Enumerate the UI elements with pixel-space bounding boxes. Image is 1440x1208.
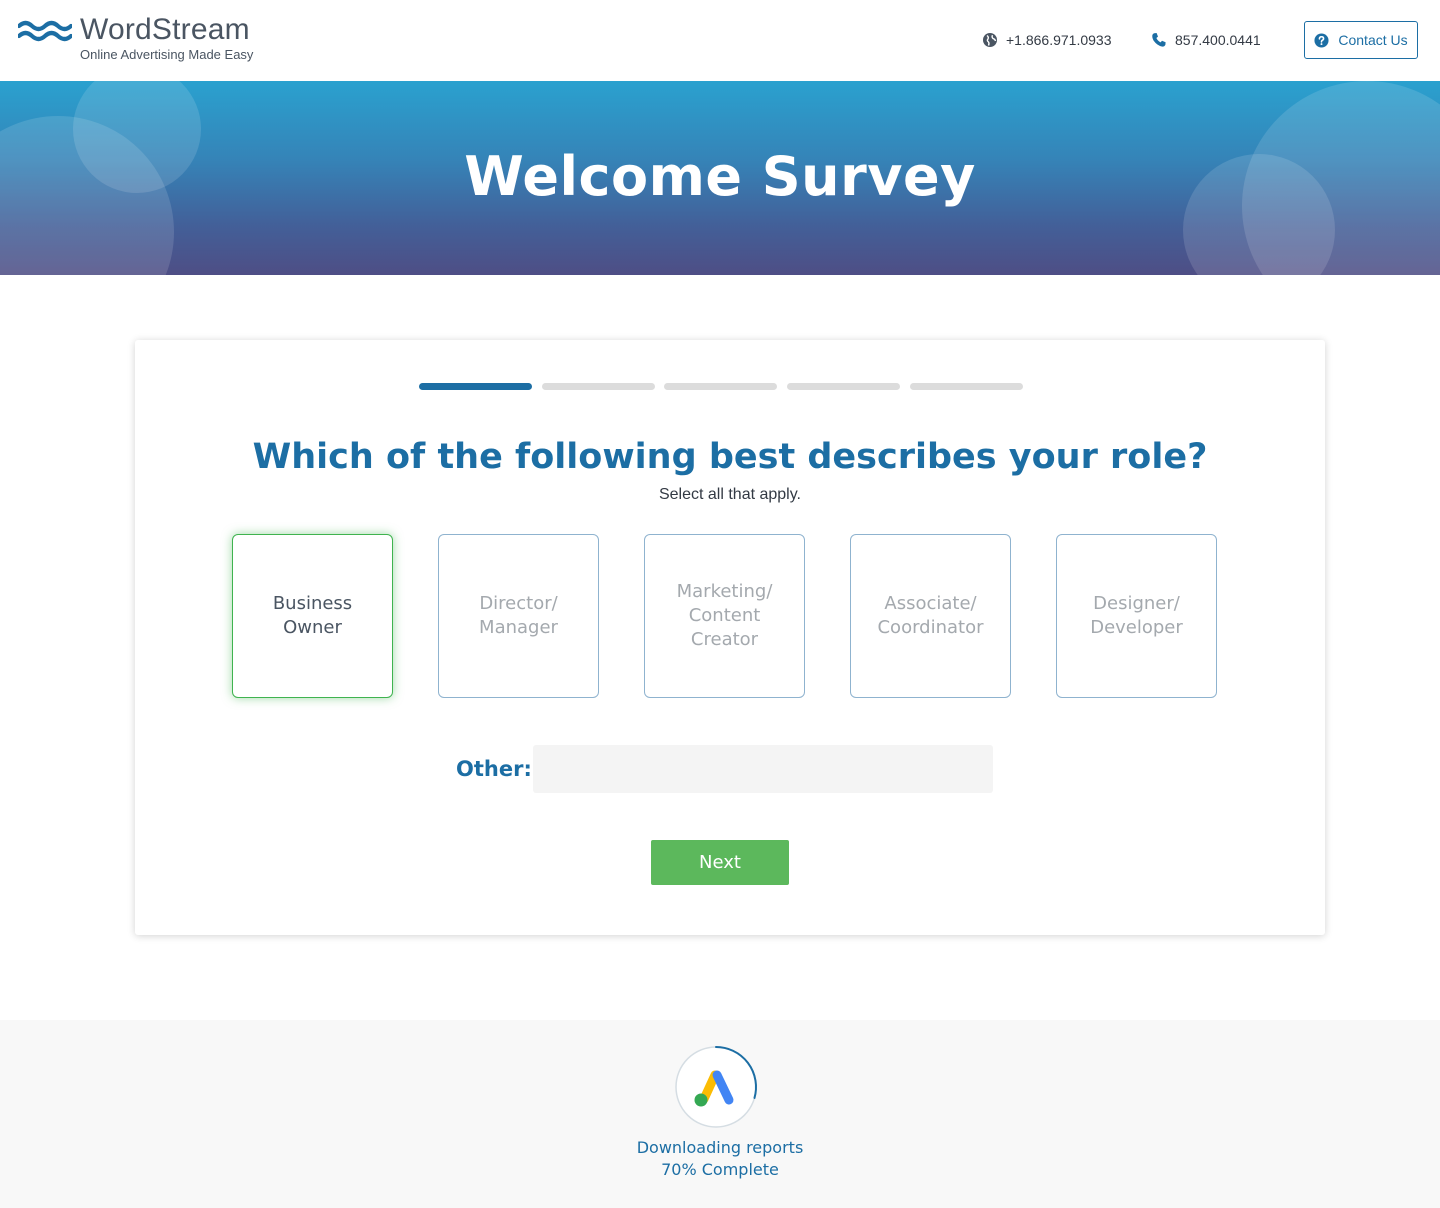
- survey-card: Which of the following best describes yo…: [135, 340, 1325, 935]
- survey-hint: Select all that apply.: [658, 486, 801, 503]
- option-designer-developer[interactable]: Designer/ Developer: [1056, 534, 1217, 698]
- intl-phone-number: +1.866.971.0933: [1006, 32, 1112, 48]
- status-percent: 70% Complete: [661, 1160, 779, 1179]
- option-director-manager[interactable]: Director/ Manager: [438, 534, 599, 698]
- brand-tagline: Online Advertising Made Easy: [80, 47, 254, 62]
- brand-name: WordStream: [80, 13, 250, 46]
- page-title: Welcome Survey: [464, 145, 976, 208]
- progress-step: [419, 383, 532, 390]
- option-label: Marketing/ Content Creator: [676, 581, 773, 650]
- intl-phone-link[interactable]: +1.866.971.0933: [982, 31, 1112, 49]
- option-label: Designer/ Developer: [1090, 593, 1183, 638]
- question-circle-icon: [1314, 32, 1329, 48]
- survey-question: Which of the following best describes yo…: [252, 437, 1208, 477]
- download-status: Downloading reports 70% Complete: [0, 1020, 1440, 1208]
- option-label: Director/ Manager: [479, 593, 558, 638]
- site-header: WordStream Online Advertising Made Easy …: [0, 0, 1440, 81]
- progress-step: [787, 383, 900, 390]
- next-button[interactable]: Next: [651, 840, 789, 885]
- progress-step: [542, 383, 655, 390]
- phone-icon: [1152, 33, 1166, 47]
- status-message: Downloading reports: [636, 1138, 804, 1157]
- option-label: Associate/ Coordinator: [877, 593, 984, 638]
- google-ads-icon: [675, 1046, 757, 1128]
- contact-us-button[interactable]: Contact Us: [1304, 21, 1418, 59]
- local-phone-number: 857.400.0441: [1175, 32, 1261, 48]
- progress-step: [664, 383, 777, 390]
- option-business-owner[interactable]: Business Owner: [232, 534, 393, 698]
- progress-step: [910, 383, 1023, 390]
- option-marketing-content-creator[interactable]: Marketing/ Content Creator: [644, 534, 805, 698]
- option-label: Business Owner: [272, 593, 353, 638]
- other-input[interactable]: [533, 745, 993, 793]
- local-phone-link[interactable]: 857.400.0441: [1151, 31, 1261, 49]
- hero-banner: Welcome Survey: [0, 81, 1440, 275]
- other-label: Other:: [456, 757, 532, 781]
- globe-icon: [983, 33, 997, 47]
- option-associate-coordinator[interactable]: Associate/ Coordinator: [850, 534, 1011, 698]
- contact-us-label: Contact Us: [1338, 32, 1408, 48]
- wave-logo-icon: [18, 20, 72, 42]
